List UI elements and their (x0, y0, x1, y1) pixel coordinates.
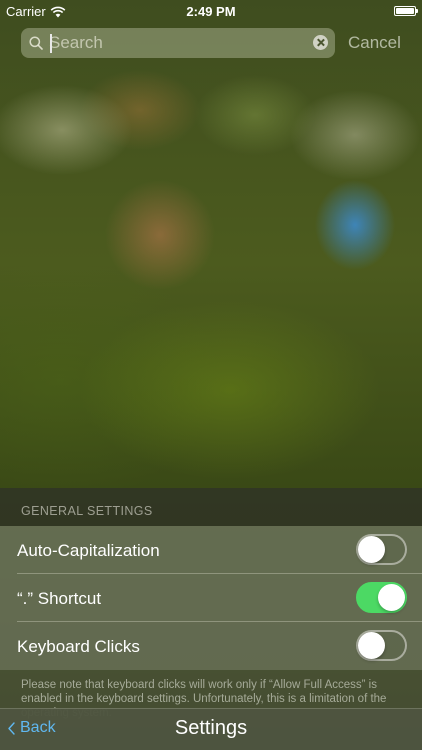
setting-label: Keyboard Clicks (17, 637, 140, 656)
toggle-knob (378, 584, 405, 611)
keyboard-clicks-toggle[interactable] (356, 630, 407, 661)
period-shortcut-toggle[interactable] (356, 582, 407, 613)
search-bar[interactable] (21, 28, 335, 58)
battery-icon (394, 6, 418, 16)
setting-row-auto-capitalization: Auto-Capitalization (0, 526, 422, 574)
clear-icon[interactable] (313, 35, 328, 50)
navigation-bar: Back Settings (0, 708, 422, 750)
text-caret (50, 34, 52, 53)
toggle-knob (358, 632, 385, 659)
toggle-knob (358, 536, 385, 563)
setting-label: Auto-Capitalization (17, 541, 160, 560)
setting-label: “.” Shortcut (17, 589, 102, 608)
search-icon (29, 36, 43, 50)
auto-capitalization-toggle[interactable] (356, 534, 407, 565)
section-header-label: GENERAL SETTINGS (21, 504, 153, 518)
settings-list: Auto-Capitalization “.” Shortcut Keyboar… (0, 526, 422, 670)
status-bar: Carrier 2:49 PM (0, 0, 422, 24)
cancel-button[interactable]: Cancel (348, 33, 401, 53)
screen: Carrier 2:49 PM Cancel GENERAL SETTINGS … (0, 0, 422, 750)
section-header: GENERAL SETTINGS (0, 488, 422, 526)
page-title: Settings (174, 717, 248, 739)
setting-row-period-shortcut: “.” Shortcut (0, 574, 422, 622)
setting-row-keyboard-clicks: Keyboard Clicks (0, 622, 422, 670)
status-time: 2:49 PM (186, 4, 236, 19)
search-input[interactable] (49, 28, 307, 58)
